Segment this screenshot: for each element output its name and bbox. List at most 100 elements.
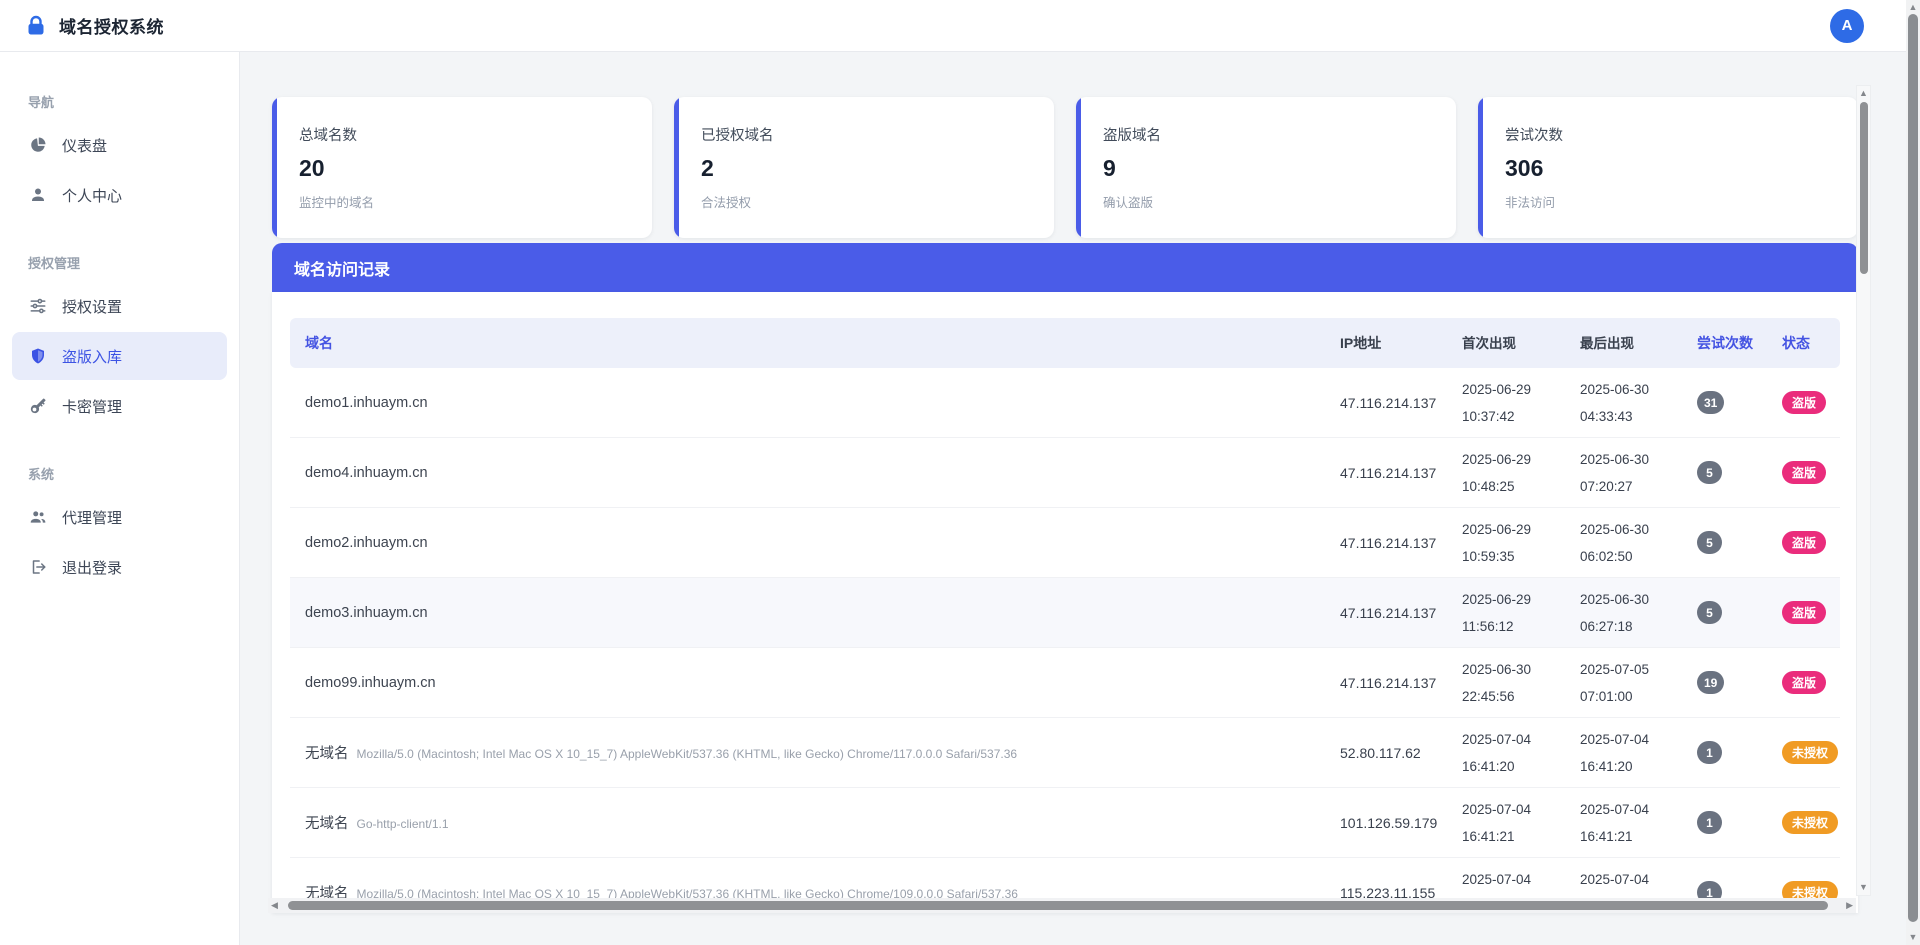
column-header-status: 状态 bbox=[1768, 333, 1840, 353]
last-seen-cell: 2025-06-3007:20:27 bbox=[1565, 446, 1683, 500]
domain-cell: demo3.inhuaym.cn bbox=[305, 605, 428, 621]
table-row[interactable]: demo3.inhuaym.cn 47.116.214.137 2025-06-… bbox=[290, 578, 1840, 648]
status-badge: 盗版 bbox=[1782, 601, 1826, 624]
first-seen-cell: 2025-06-3022:45:56 bbox=[1447, 656, 1565, 710]
stat-value: 2 bbox=[701, 155, 1054, 182]
ip-cell: 52.80.117.62 bbox=[1325, 745, 1447, 761]
last-seen-cell: 2025-07-0416:41:21 bbox=[1565, 796, 1683, 850]
attempt-count-badge: 1 bbox=[1697, 741, 1722, 764]
content-vertical-scrollbar-thumb[interactable] bbox=[1860, 102, 1868, 274]
content-horizontal-scrollbar[interactable]: ◀ ▶ bbox=[268, 898, 1856, 913]
content-vertical-scrollbar[interactable]: ▲ ▼ bbox=[1856, 85, 1871, 896]
scroll-down-icon[interactable]: ▼ bbox=[1909, 933, 1918, 942]
first-seen-cell: 2025-07-0416:41:20 bbox=[1447, 726, 1565, 780]
sidebar-item-label: 授权设置 bbox=[62, 296, 122, 317]
user-avatar[interactable]: A bbox=[1830, 9, 1864, 43]
ip-cell: 47.116.214.137 bbox=[1325, 395, 1447, 411]
key-icon bbox=[29, 397, 47, 415]
status-badge: 未授权 bbox=[1782, 811, 1838, 834]
sidebar-item-label: 退出登录 bbox=[62, 557, 122, 578]
table-row[interactable]: demo1.inhuaym.cn 47.116.214.137 2025-06-… bbox=[290, 368, 1840, 438]
column-header-domain: 域名 bbox=[290, 333, 1325, 353]
column-header-last-seen: 最后出现 bbox=[1565, 330, 1683, 357]
first-seen-cell: 2025-07-0416:41:21 bbox=[1447, 796, 1565, 850]
stat-card-total-domains: 总域名数 20 监控中的域名 bbox=[272, 97, 652, 238]
table-banner-title: 域名访问记录 bbox=[272, 243, 1858, 292]
table-row[interactable]: demo4.inhuaym.cn 47.116.214.137 2025-06-… bbox=[290, 438, 1840, 508]
logout-icon bbox=[29, 558, 47, 576]
stat-card-pirated: 盗版域名 9 确认盗版 bbox=[1076, 97, 1456, 238]
table-body: demo1.inhuaym.cn 47.116.214.137 2025-06-… bbox=[290, 368, 1840, 913]
app-title: 域名授权系统 bbox=[59, 13, 164, 38]
status-badge: 盗版 bbox=[1782, 531, 1826, 554]
table-row[interactable]: demo2.inhuaym.cn 47.116.214.137 2025-06-… bbox=[290, 508, 1840, 578]
pie-chart-icon bbox=[29, 136, 47, 154]
last-seen-cell: 2025-06-3006:27:18 bbox=[1565, 586, 1683, 640]
table-row[interactable]: demo99.inhuaym.cn 47.116.214.137 2025-06… bbox=[290, 648, 1840, 718]
scroll-left-icon[interactable]: ◀ bbox=[271, 901, 278, 910]
sidebar-item-label: 个人中心 bbox=[62, 185, 122, 206]
domain-cell: demo4.inhuaym.cn bbox=[305, 465, 428, 481]
page-vertical-scrollbar[interactable]: ▲ ▼ bbox=[1906, 0, 1920, 945]
shield-icon bbox=[29, 347, 47, 365]
domain-cell: demo1.inhuaym.cn bbox=[305, 395, 428, 411]
scroll-down-icon[interactable]: ▼ bbox=[1859, 883, 1868, 892]
table-header-row: 域名 IP地址 首次出现 最后出现 尝试次数 状态 bbox=[290, 318, 1840, 368]
first-seen-cell: 2025-06-2911:56:12 bbox=[1447, 586, 1565, 640]
sidebar-item-label: 盗版入库 bbox=[62, 346, 122, 367]
stat-value: 20 bbox=[299, 155, 652, 182]
nav-section-label: 导航 bbox=[12, 92, 227, 121]
sidebar-item-label: 代理管理 bbox=[62, 507, 122, 528]
scroll-right-icon[interactable]: ▶ bbox=[1846, 901, 1853, 910]
nav-section-label: 授权管理 bbox=[12, 253, 227, 282]
stat-title: 已授权域名 bbox=[701, 124, 1054, 145]
domain-cell: demo99.inhuaym.cn bbox=[305, 675, 436, 691]
stat-card-authorized: 已授权域名 2 合法授权 bbox=[674, 97, 1054, 238]
stat-subtitle: 监控中的域名 bbox=[299, 192, 652, 211]
users-icon bbox=[29, 508, 47, 526]
app-header: 域名授权系统 A bbox=[0, 0, 1906, 52]
sidebar-item-piracy-records[interactable]: 盗版入库 bbox=[12, 332, 227, 380]
column-header-first-seen: 首次出现 bbox=[1447, 330, 1565, 357]
column-header-attempts: 尝试次数 bbox=[1683, 333, 1768, 353]
stat-title: 尝试次数 bbox=[1505, 124, 1858, 145]
sidebar-item-card-keys[interactable]: 卡密管理 bbox=[12, 382, 227, 430]
stat-title: 总域名数 bbox=[299, 124, 652, 145]
domain-cell: 无域名 bbox=[305, 812, 349, 833]
nav-section-navigation: 导航 仪表盘 个人中心 bbox=[12, 92, 227, 219]
attempt-count-badge: 1 bbox=[1697, 811, 1722, 834]
ip-cell: 101.126.59.179 bbox=[1325, 815, 1447, 831]
user-icon bbox=[29, 186, 47, 204]
last-seen-cell: 2025-07-0507:01:00 bbox=[1565, 656, 1683, 710]
sidebar-item-auth-settings[interactable]: 授权设置 bbox=[12, 282, 227, 330]
table-row[interactable]: 无域名 Go-http-client/1.1 101.126.59.179 20… bbox=[290, 788, 1840, 858]
ip-cell: 47.116.214.137 bbox=[1325, 605, 1447, 621]
sidebar-item-logout[interactable]: 退出登录 bbox=[12, 543, 227, 591]
sliders-icon bbox=[29, 297, 47, 315]
first-seen-cell: 2025-06-2910:59:35 bbox=[1447, 516, 1565, 570]
last-seen-cell: 2025-06-3004:33:43 bbox=[1565, 376, 1683, 430]
nav-section-authorization: 授权管理 授权设置 盗版入库 bbox=[12, 253, 227, 430]
sidebar-item-profile[interactable]: 个人中心 bbox=[12, 171, 227, 219]
status-badge: 盗版 bbox=[1782, 461, 1826, 484]
attempt-count-badge: 19 bbox=[1697, 671, 1724, 694]
domain-cell: demo2.inhuaym.cn bbox=[305, 535, 428, 551]
stat-subtitle: 合法授权 bbox=[701, 192, 1054, 211]
scroll-up-icon[interactable]: ▲ bbox=[1909, 3, 1918, 12]
table-row[interactable]: 无域名 Mozilla/5.0 (Macintosh; Intel Mac OS… bbox=[290, 718, 1840, 788]
sidebar-item-label: 仪表盘 bbox=[62, 135, 107, 156]
last-seen-cell: 2025-06-3006:02:50 bbox=[1565, 516, 1683, 570]
attempt-count-badge: 5 bbox=[1697, 601, 1722, 624]
scroll-up-icon[interactable]: ▲ bbox=[1859, 89, 1868, 98]
sidebar-item-agents[interactable]: 代理管理 bbox=[12, 493, 227, 541]
stat-title: 盗版域名 bbox=[1103, 124, 1456, 145]
status-badge: 未授权 bbox=[1782, 741, 1838, 764]
stat-value: 9 bbox=[1103, 155, 1456, 182]
content-horizontal-scrollbar-thumb[interactable] bbox=[288, 901, 1828, 910]
lock-icon bbox=[24, 14, 48, 38]
page-vertical-scrollbar-thumb[interactable] bbox=[1908, 14, 1918, 922]
sidebar-item-dashboard[interactable]: 仪表盘 bbox=[12, 121, 227, 169]
stat-cards-row: 总域名数 20 监控中的域名 已授权域名 2 合法授权 盗版域名 9 确认盗版 … bbox=[272, 97, 1858, 238]
domain-cell: 无域名 bbox=[305, 742, 349, 763]
ip-cell: 47.116.214.137 bbox=[1325, 675, 1447, 691]
